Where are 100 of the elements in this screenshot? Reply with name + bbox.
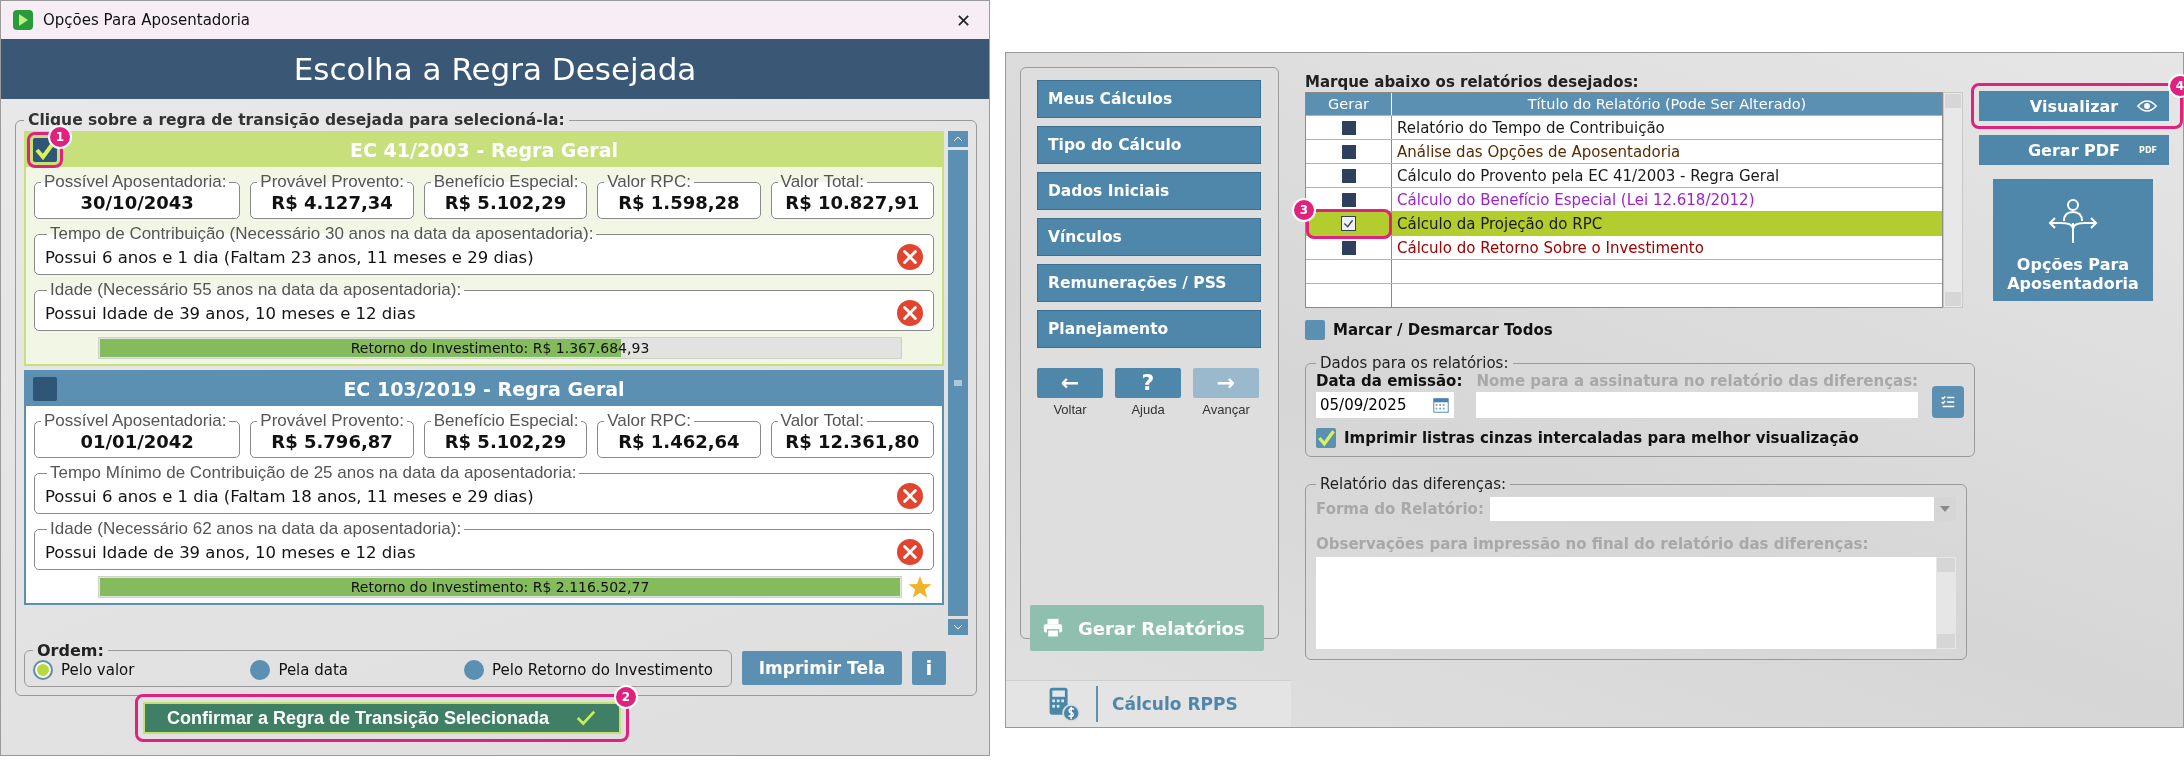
table-row[interactable]: Análise das Opções de Aposentadoria [1306,139,1942,163]
table-row[interactable]: Cálculo do Retorno Sobre o Investimento [1306,235,1942,259]
checkbox-label: Marcar / Desmarcar Todos [1333,321,1553,339]
field-label: Provável Provento: [259,172,405,192]
nav-button-label: Avançar [1202,402,1250,417]
table-cell: Relatório do Tempo de Contribuição [1397,118,1665,137]
date-field[interactable]: 05/09/2025 [1316,392,1454,418]
field-value: R$ 5.796,87 [270,431,394,452]
checkbox[interactable] [1316,428,1336,448]
field-label: Valor Total: [779,411,866,431]
group-label: Ordem: [36,641,105,660]
window-title: Opções Para Aposentadoria [43,11,252,29]
checkbox[interactable] [1305,320,1325,340]
nav-item[interactable]: Planejamento [1037,310,1261,348]
checkbox[interactable] [1341,168,1356,183]
field-label: Tempo de Contribuição (Necessário 30 anos na data da aposentadoria): [49,224,595,244]
nav-item[interactable]: Remunerações / PSS [1037,264,1261,302]
field-value: R$ 1.462,64 [617,431,741,452]
check-icon [1316,428,1336,448]
checkbox[interactable] [1341,216,1356,231]
table-cell: Cálculo da Projeção do RPC [1397,214,1603,233]
checkbox-label: Imprimir listras cinzas intercaladas para melhor visualização [1344,429,1859,447]
error-icon [897,483,923,509]
confirm-button[interactable]: Confirmar a Regra de Transição Selecionada [143,702,621,734]
callout-badge: 2 [614,685,638,709]
column-header[interactable]: Gerar [1306,93,1392,115]
requirement-text: Possui 6 anos e 1 dia (Faltam 23 anos, 11 meses e 29 dias) [45,247,534,267]
table-cell: Cálculo do Retorno Sobre o Investimento [1397,238,1704,257]
scrollbar[interactable] [948,131,968,635]
radio-label: Pelo valor [61,661,135,679]
radio-button[interactable] [463,660,484,680]
field-label: Benefício Especial: [432,172,580,192]
requirement-text: Possui 6 anos e 1 dia (Faltam 18 anos, 11 meses e 29 dias) [45,486,534,506]
rule-title: EC 103/2019 - Regra Geral [342,378,626,400]
table-row[interactable]: Cálculo do Provento pela EC 41/2003 - Regra Geral [1306,163,1942,187]
checkbox[interactable] [1341,120,1356,135]
pdf-button[interactable]: Gerar PDF PDF [1979,135,2169,165]
nav-item[interactable]: Vínculos [1037,218,1261,256]
table-cell: Cálculo do Benefício Especial (Lei 12.618/2012) [1397,190,1755,209]
table-cell: Cálculo do Provento pela EC 41/2003 - Regra Geral [1397,166,1780,185]
error-icon [897,300,923,326]
checkbox[interactable] [33,138,57,162]
field-value: R$ 5.102,29 [443,192,568,213]
nav-button-label: Voltar [1053,402,1087,417]
chevron-up-icon[interactable] [953,136,963,142]
print-button[interactable]: Imprimir Tela [742,651,902,685]
printer-icon [1042,617,1064,639]
app-icon [13,10,33,30]
column-header[interactable]: Título do Relatório (Pode Ser Alterado) [1392,93,1942,115]
preview-button[interactable]: Visualizar [1979,91,2169,121]
close-button[interactable]: ✕ [949,9,977,31]
radio-button[interactable] [33,660,53,680]
checkbox[interactable] [1341,192,1356,207]
checkbox[interactable] [1341,240,1356,255]
input-field[interactable] [1476,392,1919,418]
field-value: R$ 4.127,34 [270,192,394,213]
nav-item[interactable]: Tipo do Cálculo [1037,126,1261,164]
table-cell: Análise das Opções de Aposentadoria [1397,142,1681,161]
list-button[interactable] [1932,386,1965,418]
calendar-icon[interactable] [1432,396,1450,414]
check-icon [1342,217,1355,230]
field-label: Tempo Mínimo de Contribuição de 25 anos na data da aposentadoria: [49,463,578,483]
error-icon [897,244,923,270]
field-value: 30/10/2043 [79,192,195,213]
nav-item[interactable]: Meus Cálculos [1037,80,1261,118]
nav-button-label: Ajuda [1131,402,1165,417]
field-value: R$ 5.102,29 [443,431,568,452]
callout-badge: 4 [2168,74,2184,98]
info-button[interactable]: i [912,651,946,685]
field-label: Possível Aposentadoria: [43,172,228,192]
requirement-text: Possui Idade de 39 anos, 10 meses e 12 dias [45,542,416,562]
rule-title: EC 41/2003 - Regra Geral [349,139,619,161]
section-label: Marque abaixo os relatórios desejados: [1305,73,1640,91]
checkbox[interactable] [1341,144,1356,159]
checkbox[interactable] [33,377,57,401]
nav-button[interactable]: ← [1037,368,1103,398]
field-label: Possível Aposentadoria: [43,411,228,431]
field-label: Valor Total: [779,172,866,192]
field-value: R$ 1.598,28 [617,192,741,213]
nav-button[interactable]: ? [1115,368,1181,398]
field-label: Valor RPC: [606,172,692,192]
nav-item[interactable]: Dados Iniciais [1037,172,1261,210]
table-row[interactable]: Cálculo da Projeção do RPC [1306,211,1942,235]
grip-icon[interactable] [954,380,962,386]
table-row[interactable]: Relatório do Tempo de Contribuição [1306,115,1942,139]
rule-card[interactable] [24,370,944,605]
radio-label: Pela data [278,661,349,679]
scrollbar[interactable] [1943,92,1963,308]
callout-badge: 3 [1292,198,1316,222]
error-icon [897,539,923,565]
requirement-text: Possui Idade de 39 anos, 10 meses e 12 dias [45,303,416,323]
radio-button[interactable] [250,660,271,680]
eye-icon [2137,99,2157,113]
field-label: Valor RPC: [606,411,692,431]
progress-label: Retorno do Investimento: R$ 2.116.502,77 [350,579,650,595]
radio-label: Pelo Retorno do Investimento [491,661,713,679]
retirement-options-button[interactable]: Opções Para Aposentadoria [1993,179,2153,301]
field-label: Idade (Necessário 62 anos na data da aposentadoria): [49,519,463,539]
group-label: Relatório das diferenças: [1319,475,1508,493]
chevron-down-icon[interactable] [953,624,963,630]
